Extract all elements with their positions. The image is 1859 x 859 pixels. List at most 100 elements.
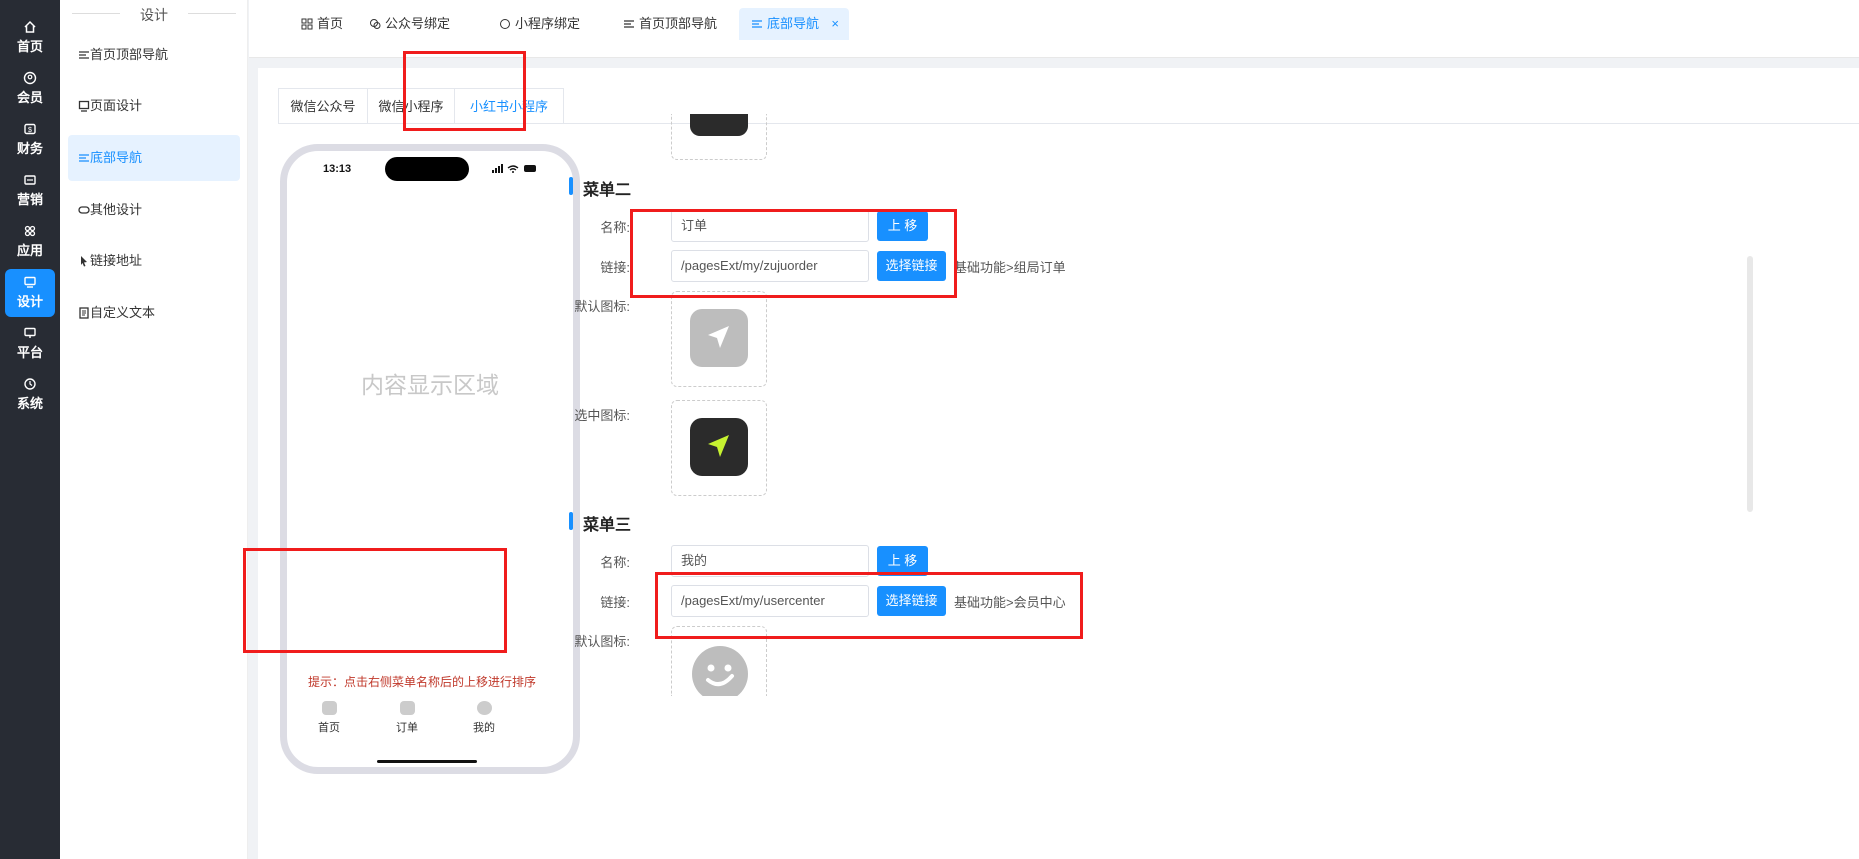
rail-item-home[interactable]: 首页: [5, 14, 55, 62]
tab-miniprogram[interactable]: 小程序绑定: [487, 8, 590, 40]
wechat-icon: [370, 19, 381, 29]
tab-wechat-official[interactable]: 微信公众号: [278, 88, 368, 124]
chat-icon: [500, 19, 510, 29]
rail-item-design[interactable]: 设计: [5, 269, 55, 317]
menu2-name-input[interactable]: 订单: [671, 210, 869, 242]
rail-item-platform[interactable]: 平台: [5, 320, 55, 368]
dynamic-island: [385, 157, 469, 181]
gamepad-icon: [78, 206, 90, 214]
home-tab-icon: [321, 701, 337, 715]
nav-label: 首页: [318, 722, 340, 734]
home-icon: [24, 20, 36, 33]
menu2-move-up-button[interactable]: 上 移: [877, 211, 928, 241]
status-time: 13:13: [323, 163, 352, 175]
rail-item-system[interactable]: 系统: [5, 371, 55, 419]
menu2-default-icon-box[interactable]: [671, 291, 767, 387]
tab-home[interactable]: 首页: [289, 8, 353, 40]
navigation-arrow-icon: [690, 114, 748, 136]
submenu-item-top-nav[interactable]: 首页顶部导航: [68, 32, 240, 78]
close-icon[interactable]: ×: [831, 8, 839, 40]
rail-label: 首页: [16, 39, 43, 54]
tab-top-nav[interactable]: 首页顶部导航: [611, 8, 727, 40]
menu2-selected-icon-box[interactable]: [671, 400, 767, 496]
menu3-link-label: 链接:: [600, 595, 630, 610]
menu3-link-input[interactable]: /pagesExt/my/usercenter: [671, 585, 869, 617]
tab-xiaohongshu-miniprogram[interactable]: 小红书小程序: [454, 88, 564, 124]
sliders-icon: [752, 20, 762, 28]
submenu-item-label: 首页顶部导航: [90, 47, 169, 62]
gear-icon: [24, 378, 36, 390]
rail-label: 平台: [16, 345, 43, 360]
submenu-item-page-design[interactable]: 页面设计: [68, 83, 240, 129]
submenu-item-custom-text[interactable]: 自定义文本: [68, 290, 240, 336]
rail-label: 营销: [16, 192, 43, 207]
monitor-icon: [78, 100, 90, 112]
home-indicator: [377, 760, 477, 763]
tab-divider: [278, 123, 1859, 124]
smile-icon: [692, 646, 748, 696]
rail-label: 会员: [16, 90, 43, 105]
menu2-select-link-button[interactable]: 选择链接: [877, 251, 946, 281]
submenu-item-label: 自定义文本: [90, 305, 156, 320]
bottom-nav-mine[interactable]: 我的: [464, 701, 504, 735]
wallet-icon: $: [24, 123, 36, 135]
menu3-name-input[interactable]: 我的: [671, 545, 869, 577]
tab-label: 公众号绑定: [385, 16, 451, 31]
status-icons: [492, 164, 536, 173]
document-icon: [79, 307, 89, 319]
rail-item-finance[interactable]: $ 财务: [5, 116, 55, 164]
tab-wechat-miniprogram[interactable]: 微信小程序: [367, 88, 455, 124]
rail-item-member[interactable]: 会员: [5, 65, 55, 113]
apps-icon: [24, 225, 36, 237]
monitor-icon: [24, 276, 36, 288]
ticket-icon: [24, 175, 36, 185]
menu3-select-link-button[interactable]: 选择链接: [877, 586, 946, 616]
menu2-link-input[interactable]: /pagesExt/my/zujuorder: [671, 250, 869, 282]
tab-label: 底部导航: [767, 16, 820, 31]
menu3-move-up-button[interactable]: 上 移: [877, 546, 928, 576]
submenu-item-label: 链接地址: [90, 253, 143, 268]
user-circle-icon: [23, 71, 37, 85]
rail-item-apps[interactable]: 应用: [5, 218, 55, 266]
menu2-name-label: 名称:: [600, 220, 630, 235]
bottom-nav-orders[interactable]: 订单: [387, 701, 427, 735]
submenu-item-label: 其他设计: [90, 202, 143, 217]
nav-label: 订单: [396, 722, 418, 734]
menu1-selected-icon-box[interactable]: [671, 114, 767, 160]
menu2-default-icon-label: 默认图标:: [574, 299, 630, 314]
rail-label: 设计: [16, 294, 43, 309]
tab-bottom-nav[interactable]: 底部导航 ×: [739, 8, 850, 40]
tab-label: 首页顶部导航: [639, 16, 718, 31]
tab-label: 小程序绑定: [515, 16, 581, 31]
desktop-icon: [24, 327, 36, 338]
nav-label: 我的: [473, 722, 495, 734]
page-tabs-bar: 首页 公众号绑定 小程序绑定 首页顶部导航 底部导航 ×: [249, 0, 1859, 58]
rail-label: 应用: [16, 243, 43, 258]
sliders-icon: [79, 154, 89, 162]
tab-official-account[interactable]: 公众号绑定: [357, 8, 460, 40]
navigation-arrow-icon: [690, 309, 748, 367]
menu3-link-description: 基础功能>会员中心: [954, 595, 1066, 610]
submenu-title: 设计: [60, 5, 248, 25]
cursor-icon: [81, 256, 87, 267]
submenu-item-other-design[interactable]: 其他设计: [68, 187, 240, 233]
rail-item-marketing[interactable]: 营销: [5, 167, 55, 215]
scrollbar[interactable]: [1747, 256, 1753, 512]
grid-icon: [301, 18, 313, 30]
navigation-arrow-icon: [690, 418, 748, 476]
sliders-icon: [624, 20, 634, 28]
svg-text:$: $: [28, 127, 32, 134]
sliders-icon: [79, 51, 89, 59]
menu3-default-icon-label: 默认图标:: [574, 634, 630, 649]
submenu-item-label: 页面设计: [90, 98, 143, 113]
content-display-area: 内容显示区域: [361, 372, 499, 398]
submenu-item-label: 底部导航: [90, 150, 143, 165]
submenu-item-link-address[interactable]: 链接地址: [68, 238, 240, 284]
mine-tab-icon: [476, 701, 492, 715]
submenu-item-bottom-nav[interactable]: 底部导航: [68, 135, 240, 181]
design-submenu: 设计 首页顶部导航 页面设计 底部导航 其他设计 链接地址 自定义文本: [60, 0, 248, 859]
bottom-nav-home[interactable]: 首页: [309, 701, 349, 735]
rail-label: 财务: [16, 141, 43, 156]
order-tab-icon: [399, 701, 415, 715]
menu3-default-icon-box[interactable]: [671, 626, 767, 696]
